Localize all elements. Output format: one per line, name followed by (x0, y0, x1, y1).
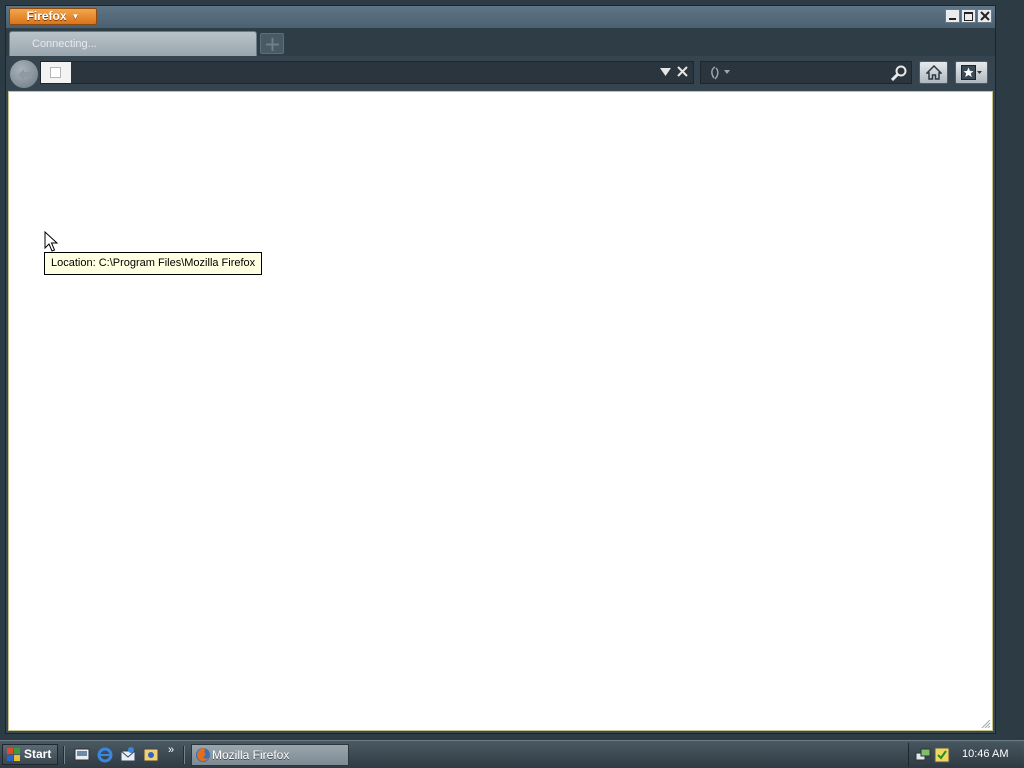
firefox-menu-button[interactable]: Firefox ▼ (9, 8, 97, 25)
window-controls (945, 9, 992, 23)
windows-logo-icon (7, 748, 20, 761)
tab-strip: Connecting... (6, 28, 995, 56)
back-button[interactable] (9, 59, 39, 89)
outlook-express-icon[interactable] (119, 746, 137, 764)
location-bar[interactable] (40, 61, 694, 84)
taskbar-separator (63, 746, 65, 764)
search-input[interactable] (737, 64, 891, 83)
home-icon (926, 65, 942, 80)
site-identity-button[interactable] (41, 62, 71, 83)
show-desktop-icon[interactable] (73, 746, 91, 764)
plus-icon (266, 38, 279, 51)
magnifier-icon[interactable] (891, 65, 907, 81)
mouse-cursor-icon (44, 231, 58, 252)
url-input[interactable] (75, 64, 639, 83)
taskbar: Start » Mozilla Firefox 10:46 AM (0, 740, 1024, 768)
media-icon[interactable] (142, 746, 160, 764)
bookmarks-star-icon (961, 65, 982, 80)
navigation-toolbar (6, 56, 995, 90)
location-tooltip: Location: C:\Program Files\Mozilla Firef… (44, 252, 263, 275)
home-button[interactable] (919, 61, 948, 84)
resize-grip-icon[interactable] (981, 719, 991, 729)
tab-connecting[interactable]: Connecting... (9, 31, 257, 56)
minimize-button[interactable] (945, 9, 960, 23)
maximize-button[interactable] (961, 9, 976, 23)
firefox-window: Firefox ▼ Connecting... Location: C:\Pro… (5, 5, 996, 734)
search-bar[interactable] (700, 61, 912, 84)
page-content[interactable]: Location: C:\Program Files\Mozilla Firef… (8, 91, 993, 731)
clock: 10:46 AM (962, 748, 1009, 760)
security-icon[interactable] (934, 747, 950, 763)
new-tab-button[interactable] (260, 33, 284, 54)
search-engine-icon[interactable] (709, 66, 721, 80)
internet-explorer-icon[interactable] (96, 746, 114, 764)
dropdown-arrow-icon: ▼ (71, 12, 80, 21)
bookmarks-menu-button[interactable] (955, 61, 988, 84)
back-arrow-icon (18, 69, 31, 80)
start-label: Start (24, 747, 52, 761)
start-button[interactable]: Start (2, 744, 58, 765)
taskbar-separator (183, 746, 185, 764)
close-icon (980, 11, 990, 21)
taskbar-item-label: Mozilla Firefox (212, 748, 290, 762)
tab-label: Connecting... (32, 38, 97, 50)
history-dropdown-icon[interactable] (660, 66, 671, 77)
firefox-menu-label: Firefox (26, 9, 67, 23)
system-tray: 10:46 AM (908, 743, 1022, 767)
quicklaunch-overflow-button[interactable]: » (168, 744, 174, 756)
engine-dropdown-icon (724, 70, 730, 74)
network-icon[interactable] (915, 747, 931, 763)
title-bar[interactable]: Firefox ▼ (6, 6, 995, 28)
firefox-icon (196, 748, 210, 762)
taskbar-item-firefox[interactable]: Mozilla Firefox (191, 744, 349, 766)
close-button[interactable] (977, 9, 992, 23)
page-icon (50, 67, 61, 78)
stop-icon[interactable] (677, 66, 688, 77)
